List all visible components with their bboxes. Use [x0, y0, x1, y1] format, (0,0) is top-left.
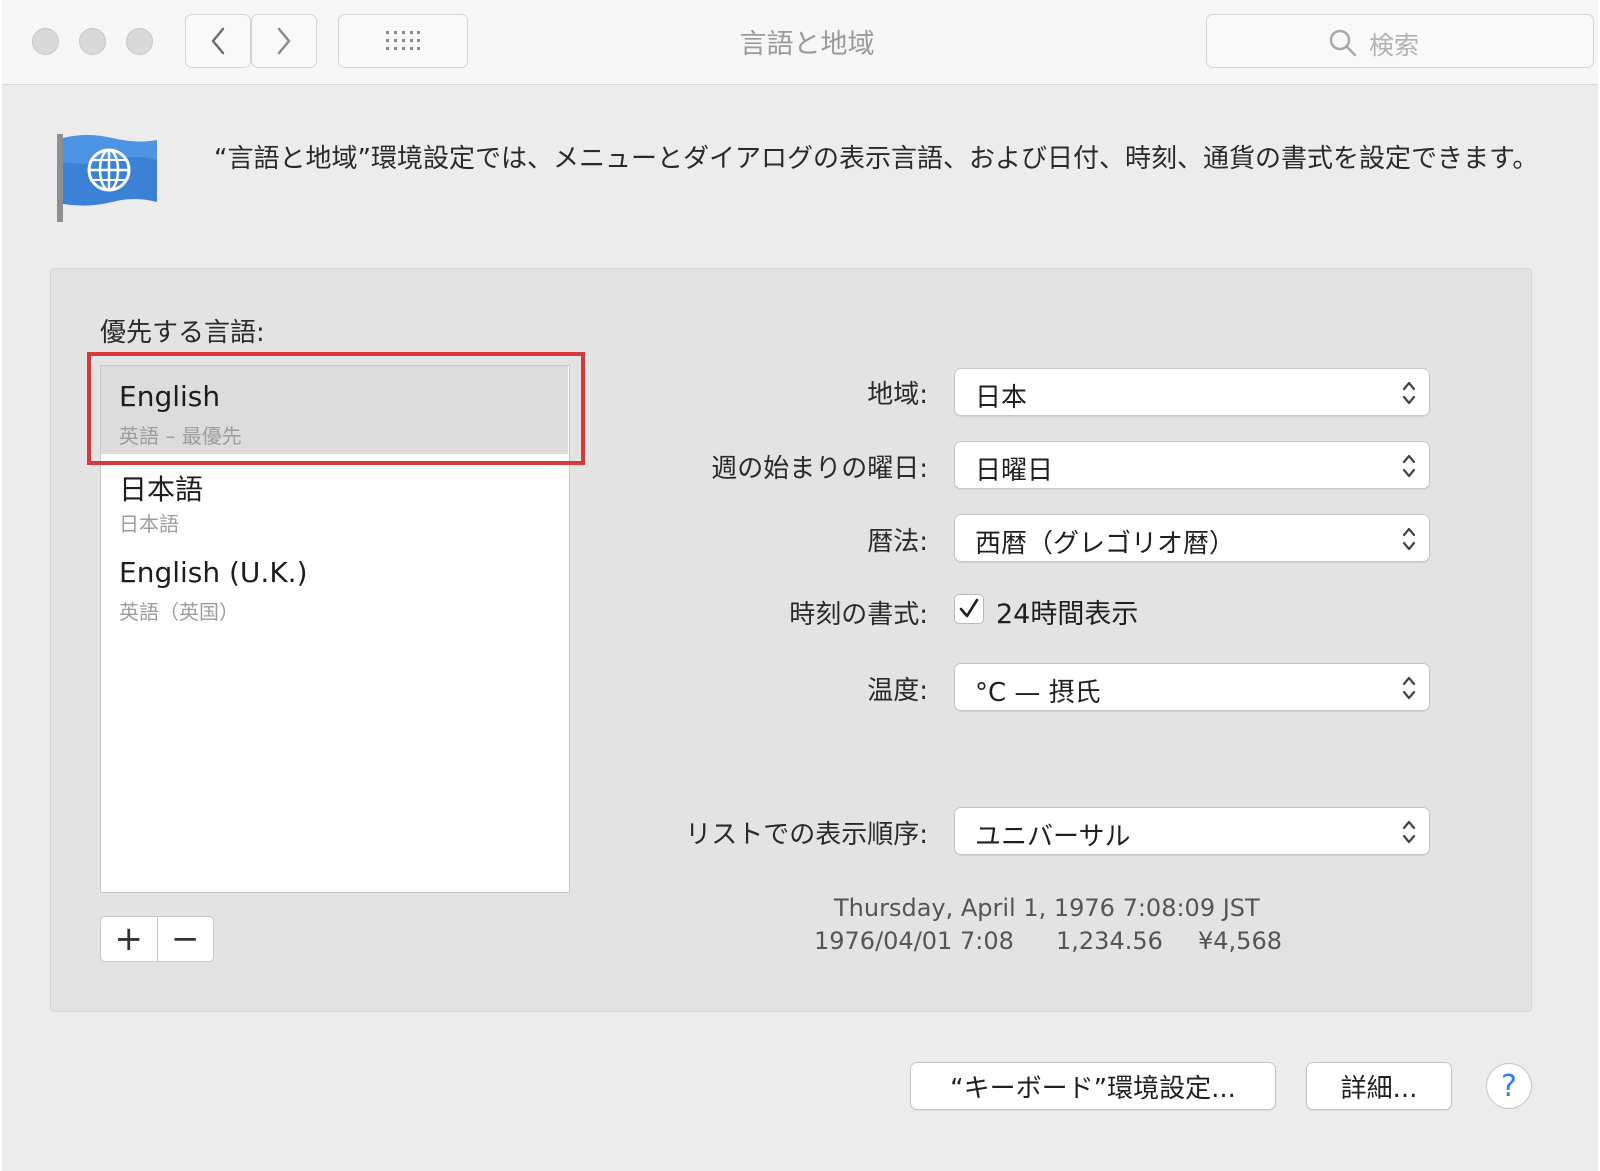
24-hour-label[interactable]: 24時間表示	[996, 592, 1138, 631]
language-subtitle: 英語（英国）	[119, 600, 239, 624]
show-all-button[interactable]	[338, 14, 468, 68]
updown-chevron-icon	[1402, 381, 1416, 405]
region-select[interactable]: 日本	[954, 368, 1430, 416]
sample-date-short: 1976/04/01 7:08	[814, 927, 1014, 955]
language-name: 日本語	[119, 473, 204, 506]
add-remove-language-control: + −	[100, 916, 214, 962]
temperature-select[interactable]: °C — 摂氏	[954, 663, 1430, 711]
search-field[interactable]: 検索	[1206, 14, 1594, 68]
updown-chevron-icon	[1402, 676, 1416, 700]
region-value: 日本	[975, 383, 1028, 413]
advanced-button[interactable]: 詳細...	[1306, 1062, 1452, 1110]
first-day-label: 週の始まりの曜日:	[711, 454, 928, 484]
close-window-button[interactable]	[32, 28, 59, 55]
region-label: 地域:	[867, 380, 928, 410]
forward-button[interactable]	[251, 14, 317, 68]
list-sort-value: ユニバーサル	[975, 822, 1131, 852]
search-icon	[1329, 29, 1357, 57]
zoom-window-button[interactable]	[126, 28, 153, 55]
first-day-select[interactable]: 日曜日	[954, 441, 1430, 489]
minimize-window-button[interactable]	[79, 28, 106, 55]
calendar-value: 西暦（グレゴリオ暦）	[975, 529, 1236, 559]
time-format-label: 時刻の書式:	[789, 600, 928, 630]
grid-icon	[386, 31, 420, 50]
24-hour-checkbox[interactable]	[954, 594, 984, 624]
language-item-japanese[interactable]: 日本語 日本語	[101, 454, 568, 542]
help-button[interactable]: ?	[1486, 1063, 1532, 1109]
sample-currency: ¥4,568	[1198, 927, 1282, 955]
remove-language-button[interactable]: −	[158, 917, 214, 961]
language-subtitle: 日本語	[119, 512, 179, 536]
preferences-window: 言語と地域 検索 “言語と地域”環境設定では、メニューとダイアログの表示言語、お…	[2, 0, 1598, 1171]
keyboard-preferences-button[interactable]: “キーボード”環境設定...	[910, 1062, 1276, 1110]
forward-chevron-icon	[277, 27, 291, 55]
language-name: English (U.K.)	[119, 556, 308, 589]
description-text: “言語と地域”環境設定では、メニューとダイアログの表示言語、および日付、時刻、通…	[214, 144, 1539, 174]
temperature-value: °C — 摂氏	[975, 678, 1101, 708]
selection-highlight-box	[87, 352, 585, 465]
updown-chevron-icon	[1402, 454, 1416, 478]
preferred-languages-label: 優先する言語:	[100, 318, 265, 348]
updown-chevron-icon	[1402, 820, 1416, 844]
list-sort-select[interactable]: ユニバーサル	[954, 807, 1430, 855]
checkmark-icon	[959, 598, 979, 618]
back-button[interactable]	[185, 14, 251, 68]
calendar-select[interactable]: 西暦（グレゴリオ暦）	[954, 514, 1430, 562]
search-placeholder: 検索	[1369, 31, 1420, 60]
language-item-english-uk[interactable]: English (U.K.) 英語（英国）	[101, 542, 568, 630]
title-bar: 言語と地域 検索	[2, 0, 1598, 85]
sample-date-long: Thursday, April 1, 1976 7:08:09 JST	[834, 894, 1260, 922]
sample-number: 1,234.56	[1056, 927, 1163, 955]
updown-chevron-icon	[1402, 527, 1416, 551]
globe-flag-icon	[57, 134, 157, 222]
add-language-button[interactable]: +	[101, 917, 158, 961]
first-day-value: 日曜日	[975, 456, 1054, 486]
calendar-label: 暦法:	[867, 527, 928, 557]
list-sort-label: リストでの表示順序:	[685, 820, 928, 850]
window-title: 言語と地域	[739, 29, 875, 60]
back-chevron-icon	[211, 27, 225, 55]
temperature-label: 温度:	[867, 676, 928, 706]
